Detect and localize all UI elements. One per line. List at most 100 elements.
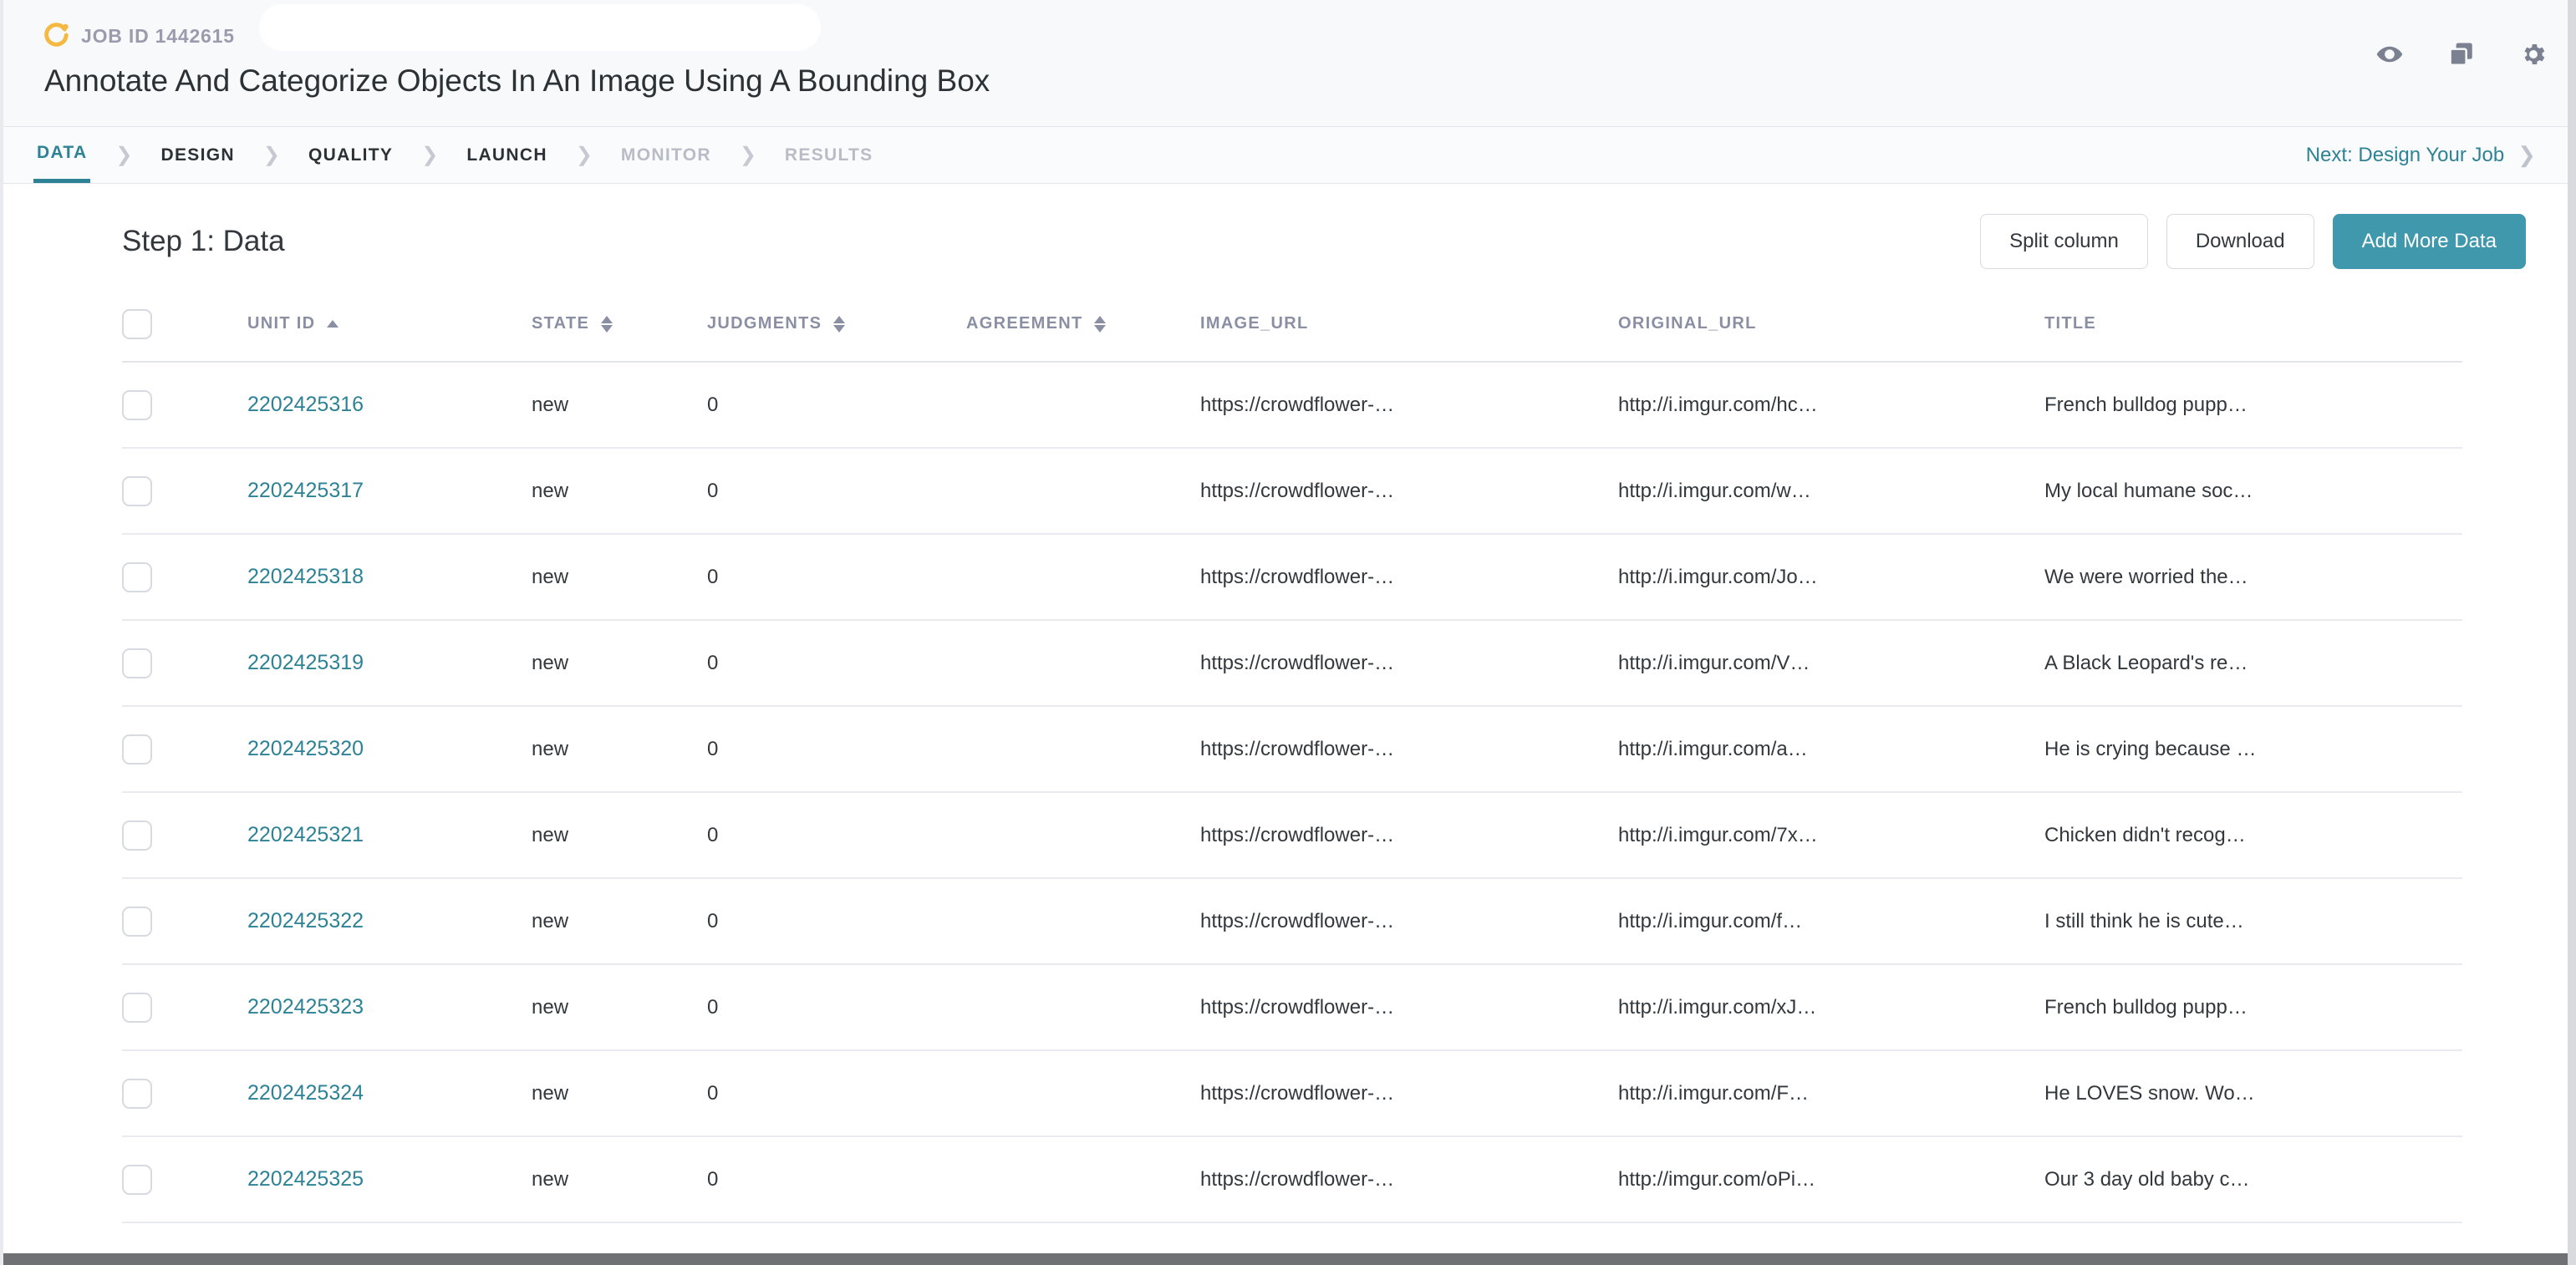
column-header-title[interactable]: TITLE [2044,297,2462,363]
unit-id-link[interactable]: 2202425317 [247,479,364,502]
cell-title-text: A Black Leopard's re… [2044,651,2248,674]
unit-id-link[interactable]: 2202425322 [247,909,364,932]
cell-image-url: https://crowdflower-… [1200,706,1618,793]
cell-original-url: http://i.imgur.com/w… [1618,448,2044,535]
unit-id-link[interactable]: 2202425325 [247,1167,364,1191]
cell-image-url: https://crowdflower-… [1200,964,1618,1051]
unit-id-link[interactable]: 2202425319 [247,651,364,674]
table-row[interactable]: 2202425316 new 0 https://crowdflower-… http:… [122,362,2462,449]
row-select-checkbox[interactable] [122,561,152,592]
copy-icon[interactable] [2447,40,2476,69]
column-header-original-url[interactable]: ORIGINAL_URL [1618,297,2044,363]
header-icon-group [2375,40,2548,69]
row-select-checkbox[interactable] [122,992,152,1023]
unit-id-link[interactable]: 2202425323 [247,995,364,1019]
cell-original-url: http://i.imgur.com/F… [1618,1050,2044,1137]
column-header-unit-id[interactable]: UNIT ID [247,297,532,363]
row-select-checkbox[interactable] [122,1164,152,1195]
unit-id-link[interactable]: 2202425316 [247,393,364,416]
table-row[interactable]: 2202425321 new 0 https://crowdflower-… http:… [122,792,2462,879]
cell-judgments: 0 [707,448,966,535]
unit-id-link[interactable]: 2202425318 [247,565,364,588]
download-button[interactable]: Download [2166,214,2314,269]
unit-id-link[interactable]: 2202425324 [247,1081,364,1105]
table-row[interactable]: 2202425323 new 0 https://crowdflower-… http:… [122,964,2462,1051]
column-label: TITLE [2044,314,2097,333]
nav-step-launch[interactable]: LAUNCH [463,127,550,183]
cell-judgments: 0 [707,362,966,449]
cell-judgments: 0 [707,878,966,965]
table-row[interactable]: 2202425324 new 0 https://crowdflower-… http:… [122,1050,2462,1137]
row-select-checkbox[interactable] [122,648,152,678]
cell-title-text: We were worried the… [2044,565,2248,588]
cell-unit-id: 2202425317 [247,448,532,535]
chevron-right-icon: ❯ [421,144,439,166]
cell-image-url: https://crowdflower-… [1200,1050,1618,1137]
cell-judgments: 0 [707,1050,966,1137]
cell-judgments-text: 0 [707,823,719,846]
next-step-link[interactable]: Next: Design Your Job ❯ [2306,127,2536,183]
cell-original-url: http://i.imgur.com/xJ… [1618,964,2044,1051]
table-row[interactable]: 2202425317 new 0 https://crowdflower-… http:… [122,448,2462,535]
cell-agreement [966,362,1200,449]
table-row[interactable]: 2202425322 new 0 https://crowdflower-… http:… [122,878,2462,965]
nav-step-design[interactable]: DESIGN [158,127,238,183]
column-header-image-url[interactable]: IMAGE_URL [1200,297,1618,363]
column-label: UNIT ID [247,314,316,333]
cell-judgments: 0 [707,1136,966,1223]
cell-title: He LOVES snow. Wo… [2044,1050,2462,1137]
cell-original-url-text: http://i.imgur.com/Jo… [1618,565,1818,588]
unit-id-link[interactable]: 2202425320 [247,737,364,760]
action-button-group: Split column Download Add More Data [1980,214,2526,269]
chevron-right-icon: ❯ [739,144,756,166]
cell-original-url: http://i.imgur.com/hc… [1618,362,2044,449]
chevron-right-icon: ❯ [575,144,593,166]
job-id-label: JOB ID 1442615 [81,24,235,47]
cell-title: French bulldog pupp… [2044,362,2462,449]
cell-state-text: new [532,1167,569,1191]
eye-icon[interactable] [2375,40,2404,69]
cell-title-text: I still think he is cute… [2044,909,2244,932]
cell-judgments-text: 0 [707,393,719,416]
unit-id-link[interactable]: 2202425321 [247,823,364,846]
cell-original-url-text: http://i.imgur.com/a… [1618,737,1808,760]
cell-title: Our 3 day old baby c… [2044,1136,2462,1223]
cell-state-text: new [532,565,569,588]
row-select-checkbox[interactable] [122,1078,152,1109]
nav-step-quality[interactable]: QUALITY [305,127,396,183]
row-select-checkbox[interactable] [122,820,152,851]
table-row[interactable]: 2202425318 new 0 https://crowdflower-… http:… [122,534,2462,621]
row-select-checkbox[interactable] [122,906,152,937]
cell-title-text: French bulldog pupp… [2044,995,2248,1019]
row-select-cell [122,1136,247,1223]
cell-image-url-text: https://crowdflower-… [1200,909,1395,932]
cell-agreement [966,706,1200,793]
table-body: 2202425316 new 0 https://crowdflower-… http:… [122,362,2462,1223]
table-row[interactable]: 2202425320 new 0 https://crowdflower-… http:… [122,706,2462,793]
cell-title-text: He is crying because … [2044,737,2257,760]
column-label: AGREEMENT [966,314,1083,333]
split-column-button[interactable]: Split column [1980,214,2148,269]
add-more-data-button[interactable]: Add More Data [2332,214,2526,269]
column-header-judgments[interactable]: JUDGMENTS [707,297,966,363]
row-select-checkbox[interactable] [122,475,152,506]
select-all-header [122,297,247,363]
row-select-checkbox[interactable] [122,734,152,765]
row-select-checkbox[interactable] [122,389,152,420]
select-all-checkbox[interactable] [122,309,152,339]
row-select-cell [122,878,247,965]
next-step-label: Next: Design Your Job [2305,143,2505,166]
nav-step-data[interactable]: DATA [33,127,91,183]
gear-icon[interactable] [2519,40,2548,69]
cell-image-url: https://crowdflower-… [1200,362,1618,449]
cell-state: new [532,706,707,793]
cell-state: new [532,362,707,449]
page-title: Annotate And Categorize Objects In An Im… [44,64,990,98]
column-header-agreement[interactable]: AGREEMENT [966,297,1200,363]
cell-image-url-text: https://crowdflower-… [1200,1081,1395,1105]
table-row[interactable]: 2202425325 new 0 https://crowdflower-… http:… [122,1136,2462,1223]
cell-agreement [966,1136,1200,1223]
chevron-right-icon: ❯ [262,144,280,166]
table-row[interactable]: 2202425319 new 0 https://crowdflower-… http:… [122,620,2462,707]
column-header-state[interactable]: STATE [532,297,707,363]
